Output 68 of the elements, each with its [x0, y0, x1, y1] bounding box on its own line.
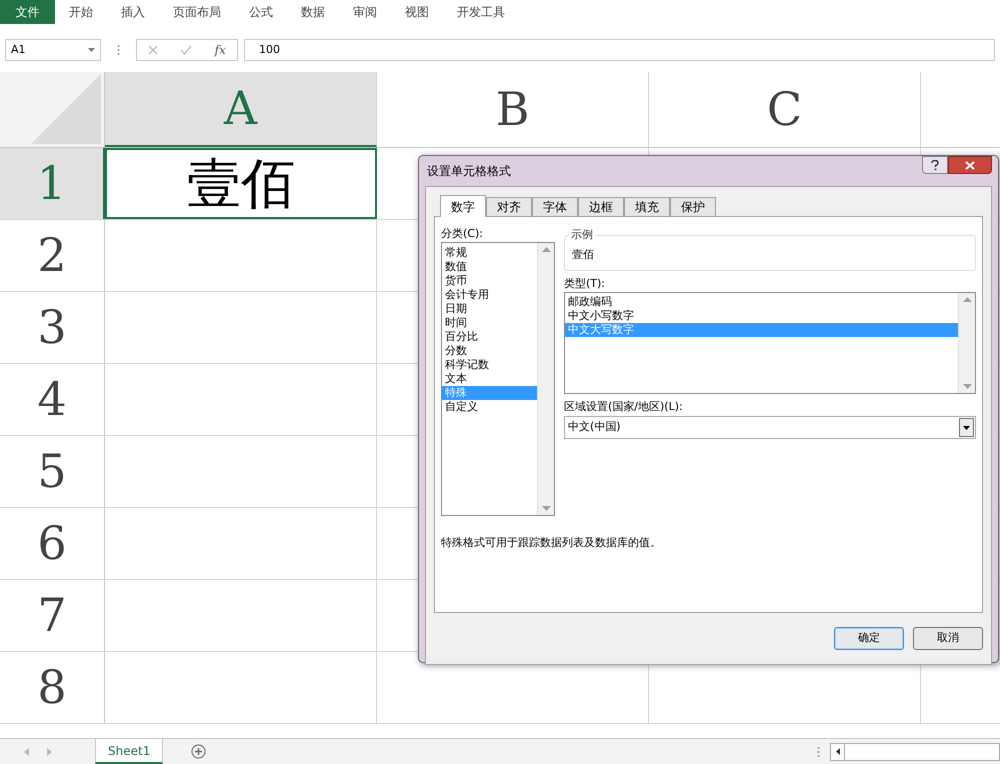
dialog-tab[interactable]: 数字 [440, 195, 486, 217]
ribbon-tab[interactable]: 文件 [0, 0, 55, 24]
sample-value: 壹佰 [572, 246, 594, 263]
ribbon-tab[interactable]: 插入 [107, 0, 159, 24]
select-all-corner[interactable] [0, 72, 105, 147]
category-item[interactable]: 常规 [442, 246, 537, 260]
close-icon [965, 160, 975, 170]
type-item[interactable]: 邮政编码 [565, 295, 958, 309]
dialog-button[interactable]: 确定 [834, 627, 904, 650]
scroll-up-icon[interactable] [542, 247, 550, 252]
list-scrollbar[interactable] [537, 243, 554, 515]
category-item[interactable]: 自定义 [442, 400, 537, 414]
help-icon [931, 160, 939, 170]
row-header[interactable]: 1 [0, 148, 105, 219]
column-header[interactable]: A [105, 72, 377, 147]
grip-icon [817, 746, 820, 758]
ribbon-tab[interactable]: 开始 [55, 0, 107, 24]
type-label: 类型(T): [564, 277, 606, 291]
locale-dropdown[interactable]: 中文(中国) [564, 416, 976, 439]
dialog-tab[interactable]: 边框 [578, 197, 624, 216]
category-item[interactable]: 数值 [442, 260, 537, 274]
category-item[interactable]: 时间 [442, 316, 537, 330]
dialog-tab[interactable]: 对齐 [486, 197, 532, 216]
type-scrollbar[interactable] [958, 293, 975, 393]
close-button[interactable] [948, 156, 992, 174]
category-item[interactable]: 文本 [442, 372, 537, 386]
check-icon[interactable] [180, 45, 192, 55]
dialog-title: 设置单元格格式 [426, 163, 511, 180]
formula-input[interactable]: 100 [244, 39, 995, 61]
ribbon-tab[interactable]: 审阅 [339, 0, 391, 24]
category-item[interactable]: 货币 [442, 274, 537, 288]
scroll-left-icon[interactable] [24, 748, 29, 756]
cancel-icon[interactable] [148, 45, 158, 55]
cell[interactable]: 壹佰 [105, 148, 377, 219]
grip-icon [117, 44, 120, 56]
ribbon-tab[interactable]: 公式 [235, 0, 287, 24]
locale-label: 区域设置(国家/地区)(L): [564, 400, 684, 414]
caret-icon [963, 426, 970, 430]
dialog-tab[interactable]: 字体 [532, 197, 578, 216]
category-item[interactable]: 会计专用 [442, 288, 537, 302]
help-button[interactable] [922, 156, 948, 174]
type-item[interactable]: 中文小写数字 [565, 309, 958, 323]
caret-icon [88, 48, 95, 52]
category-item[interactable]: 百分比 [442, 330, 537, 344]
scroll-up-icon[interactable] [962, 297, 972, 302]
dialog-tab[interactable]: 填充 [624, 197, 670, 216]
category-item[interactable]: 科学记数 [442, 358, 537, 372]
add-sheet-icon[interactable] [191, 744, 206, 759]
scroll-left-icon [836, 748, 840, 755]
insert-function-button[interactable]: fx [214, 41, 226, 59]
category-item[interactable]: 日期 [442, 302, 537, 316]
ribbon-tab[interactable]: 数据 [287, 0, 339, 24]
dialog-tab[interactable]: 保护 [670, 197, 716, 216]
sheet-tab[interactable]: Sheet1 [95, 739, 164, 764]
category-item[interactable]: 分数 [442, 344, 537, 358]
dialog-button[interactable]: 取消 [913, 627, 983, 650]
ribbon-tab[interactable]: 开发工具 [443, 0, 519, 24]
scroll-down-icon[interactable] [542, 506, 550, 511]
horizontal-scrollbar[interactable] [830, 742, 1000, 760]
category-label: 分类(C): [441, 227, 484, 241]
ribbon-tab[interactable]: 页面布局 [159, 0, 235, 24]
description-text: 特殊格式可用于跟踪数据列表及数据库的值。 [441, 536, 662, 550]
ribbon-tab[interactable]: 视图 [391, 0, 443, 24]
sample-legend: 示例 [569, 228, 595, 242]
scroll-down-icon[interactable] [962, 384, 972, 389]
name-box[interactable]: A1 [5, 39, 101, 61]
dropdown-button[interactable] [959, 418, 974, 437]
scroll-right-icon[interactable] [47, 748, 52, 756]
